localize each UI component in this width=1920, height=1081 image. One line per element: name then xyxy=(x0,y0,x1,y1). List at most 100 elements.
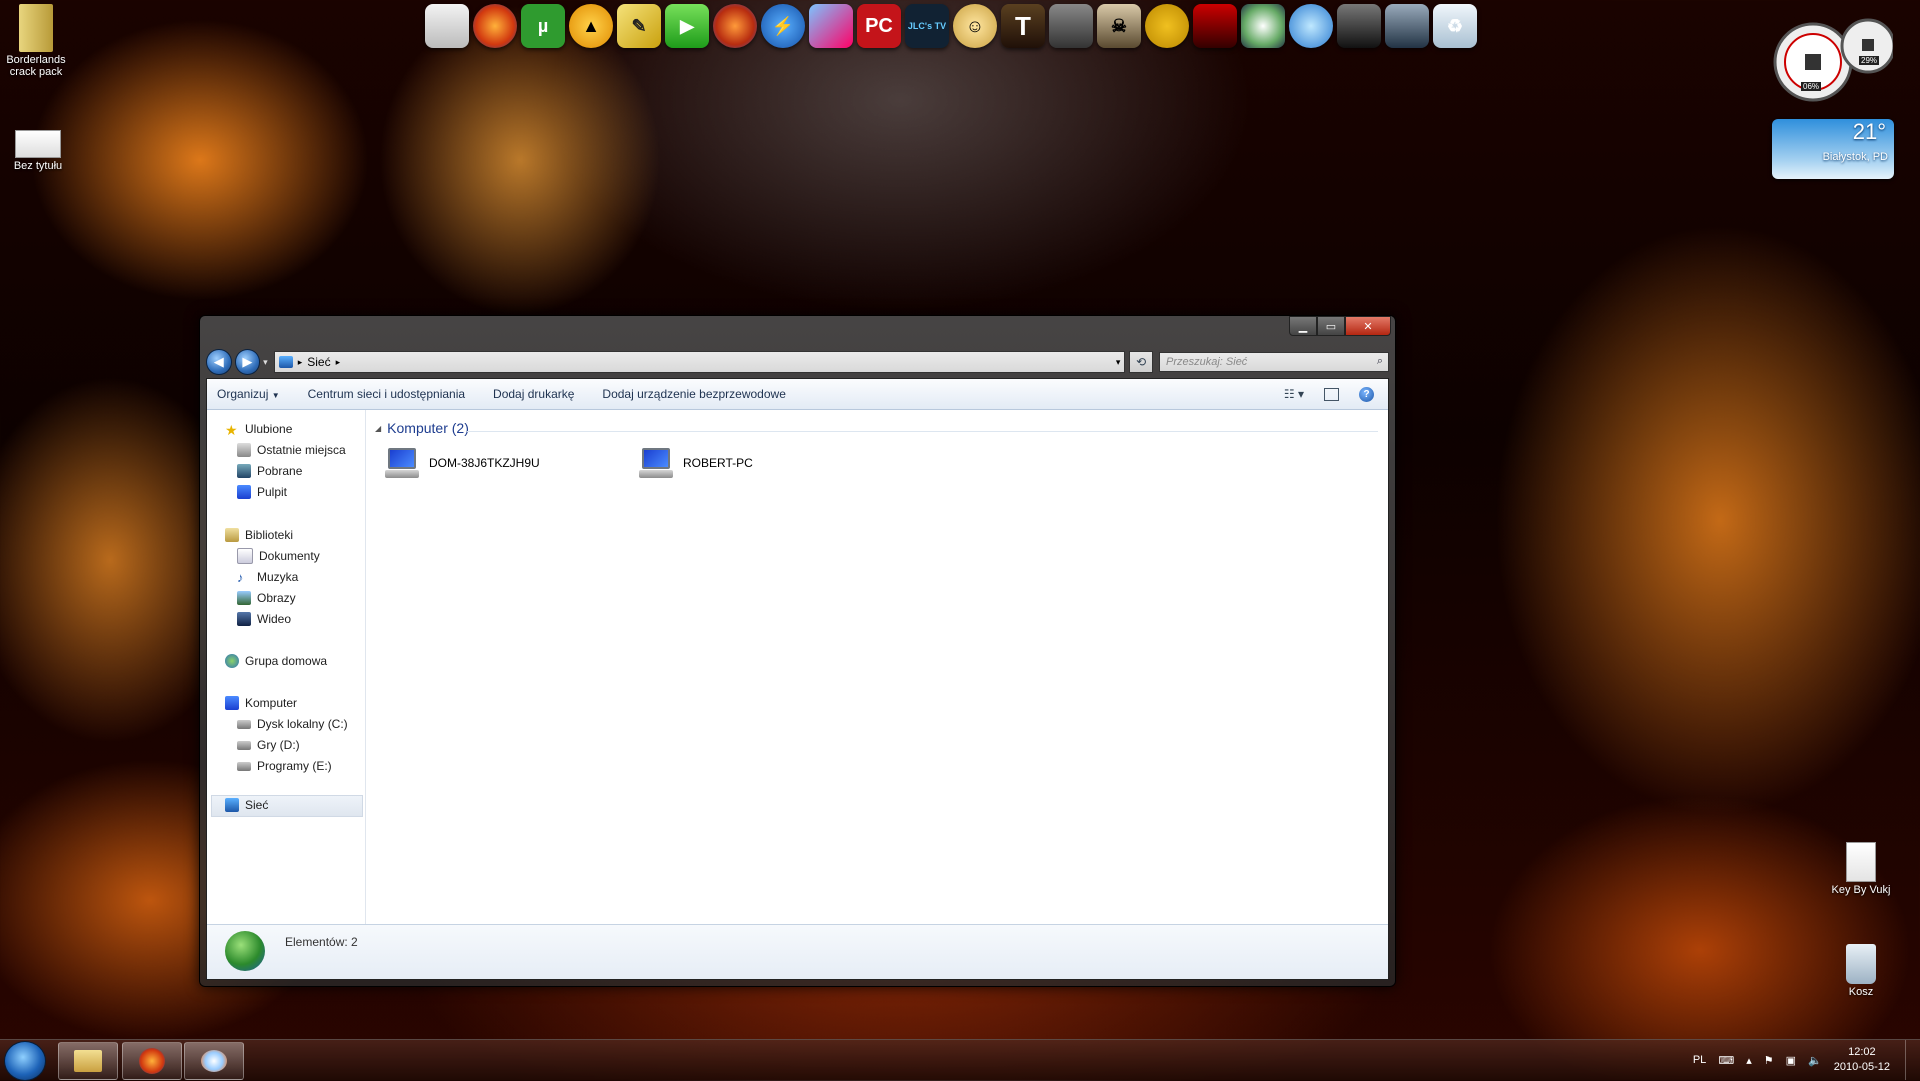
skull-icon[interactable]: ☠ xyxy=(1097,4,1141,48)
desktop-icon-kosz[interactable]: Kosz xyxy=(1821,944,1901,998)
search-icon[interactable]: ⌕ xyxy=(1377,355,1383,368)
text-file-icon xyxy=(1846,842,1876,882)
network-tray-icon[interactable]: ▣ xyxy=(1786,1054,1796,1067)
notepad-icon[interactable] xyxy=(425,4,469,48)
desktop-icon-bez-tytulu[interactable]: Bez tytułu xyxy=(0,130,78,172)
paint-icon[interactable] xyxy=(809,4,853,48)
taskbar-paint-button[interactable] xyxy=(184,1042,244,1080)
volume-icon[interactable]: 🔈 xyxy=(1808,1054,1822,1067)
weather-gadget[interactable]: 21° Białystok, PD xyxy=(1772,119,1894,179)
borderlands-icon[interactable] xyxy=(1145,4,1189,48)
nav-item-computer[interactable]: Komputer xyxy=(225,694,297,712)
vault-boy-icon[interactable]: ☺ xyxy=(953,4,997,48)
soldier-icon[interactable] xyxy=(1385,4,1429,48)
keyboard-icon[interactable]: ⌨ xyxy=(1718,1054,1734,1067)
view-options-icon[interactable]: ☷ ▾ xyxy=(1284,387,1304,401)
nav-item-music[interactable]: ♪ Muzyka xyxy=(237,568,298,586)
lightning-icon[interactable]: ⚡ xyxy=(761,4,805,48)
cpu-meter-gadget[interactable]: 06% 29% xyxy=(1773,12,1896,102)
desktop-icon xyxy=(237,485,251,499)
pc-icon[interactable]: PC xyxy=(857,4,901,48)
shield-icon[interactable] xyxy=(1337,4,1381,48)
nav-item-recent[interactable]: Ostatnie miejsca xyxy=(237,441,346,459)
history-dropdown-icon[interactable]: ▾ xyxy=(263,357,268,368)
nav-label: Obrazy xyxy=(257,591,296,605)
clock[interactable]: 12:02 2010-05-12 xyxy=(1834,1045,1890,1075)
swirl-icon[interactable] xyxy=(1289,4,1333,48)
nav-item-homegroup[interactable]: Grupa domowa xyxy=(225,652,327,670)
address-bar[interactable]: ▸ Sieć ▸ ▾ xyxy=(273,351,1126,373)
add-wireless-device-button[interactable]: Dodaj urządzenie bezprzewodowe xyxy=(602,387,785,401)
nav-item-favorites[interactable]: ★ Ulubione xyxy=(225,420,292,438)
close-button[interactable]: ✕ xyxy=(1345,316,1391,336)
minimize-button[interactable]: ▁ xyxy=(1289,316,1317,336)
nav-item-downloads[interactable]: Pobrane xyxy=(237,462,302,480)
monitor-icon xyxy=(385,448,419,478)
nav-label: Sieć xyxy=(245,798,269,812)
start-button[interactable] xyxy=(4,1041,46,1081)
recycle-icon[interactable]: ♻ xyxy=(1433,4,1477,48)
flower-icon[interactable] xyxy=(1241,4,1285,48)
refresh-icon: ⟲ xyxy=(1136,355,1147,369)
taskbar-explorer-button[interactable] xyxy=(58,1042,118,1080)
firefox-alt-icon[interactable] xyxy=(713,4,757,48)
nav-item-desktop[interactable]: Pulpit xyxy=(237,483,287,501)
desktop-icon-key-by-vukj[interactable]: Key By Vukj xyxy=(1821,842,1901,896)
nav-item-libraries[interactable]: Biblioteki xyxy=(225,526,293,544)
search-input[interactable]: Przeszukaj: Sieć ⌕ xyxy=(1159,352,1389,372)
jlc-tv-icon[interactable]: JLC's TV xyxy=(905,4,949,48)
desktop-icon-borderlands-crack-pack[interactable]: Borderlands crack pack xyxy=(0,4,76,78)
language-indicator[interactable]: PL xyxy=(1693,1054,1706,1066)
play-icon[interactable]: ▶ xyxy=(665,4,709,48)
nav-item-drive-c[interactable]: Dysk lokalny (C:) xyxy=(237,715,348,733)
recycle-bin-icon xyxy=(1846,944,1876,984)
documents-icon xyxy=(237,548,253,564)
collapse-triangle-icon[interactable]: ◢ xyxy=(375,424,381,433)
nav-item-pictures[interactable]: Obrazy xyxy=(237,589,296,607)
refresh-button[interactable]: ⟲ xyxy=(1129,351,1153,373)
nav-label: Pulpit xyxy=(257,485,288,499)
breadcrumb-network[interactable]: Sieć xyxy=(307,355,330,369)
network-center-button[interactable]: Centrum sieci i udostępniania xyxy=(308,387,465,401)
preview-pane-icon[interactable] xyxy=(1324,387,1339,401)
group-divider xyxy=(467,431,1378,432)
computer-name: ROBERT-PC xyxy=(683,456,753,470)
network-computer-item[interactable]: ROBERT-PC xyxy=(639,448,753,478)
help-icon[interactable]: ? xyxy=(1359,386,1374,402)
network-computer-item[interactable]: DOM-38J6TKZJH9U xyxy=(385,448,540,478)
firefox-icon[interactable] xyxy=(473,4,517,48)
nav-item-drive-d[interactable]: Gry (D:) xyxy=(237,736,300,754)
nav-item-network[interactable]: Sieć xyxy=(225,796,268,814)
cpu-value: 06% xyxy=(1801,82,1822,91)
content-pane: ◢ Komputer (2) DOM-38J6TKZJH9U ROBERT-PC xyxy=(367,410,1388,925)
just-cause-icon[interactable] xyxy=(1049,4,1093,48)
aimp-icon[interactable]: ▲ xyxy=(569,4,613,48)
nav-item-drive-e[interactable]: Programy (E:) xyxy=(237,757,332,775)
network-icon xyxy=(278,356,293,368)
weather-city: Białystok, PD xyxy=(1822,151,1888,163)
show-desktop-button[interactable] xyxy=(1905,1040,1920,1080)
organize-button[interactable]: Organizuj ▼ xyxy=(217,387,280,401)
nav-label: Gry (D:) xyxy=(257,738,300,752)
back-button[interactable]: ◀ xyxy=(206,349,232,375)
action-center-flag-icon[interactable]: ⚑ xyxy=(1764,1054,1774,1067)
pen-icon[interactable]: ✎ xyxy=(617,4,661,48)
drive-icon xyxy=(237,761,251,771)
game-red-icon[interactable] xyxy=(1193,4,1237,48)
add-printer-button[interactable]: Dodaj drukarkę xyxy=(493,387,574,401)
address-dropdown-icon[interactable]: ▾ xyxy=(1116,357,1121,368)
nav-item-documents[interactable]: Dokumenty xyxy=(237,547,320,565)
taskbar-firefox-button[interactable] xyxy=(122,1042,182,1080)
pictures-icon xyxy=(237,591,251,605)
breadcrumb-chevron-icon[interactable]: ▸ xyxy=(298,357,303,368)
forward-button[interactable]: ▶ xyxy=(234,349,261,375)
group-header-computer[interactable]: ◢ Komputer (2) xyxy=(375,420,469,436)
show-hidden-icons-icon[interactable]: ▴ xyxy=(1746,1054,1752,1067)
nav-item-video[interactable]: Wideo xyxy=(237,610,291,628)
t-game-icon[interactable]: T xyxy=(1001,4,1045,48)
maximize-button[interactable]: ▭ xyxy=(1317,316,1345,336)
nav-label: Wideo xyxy=(257,612,292,626)
breadcrumb-chevron-icon[interactable]: ▸ xyxy=(336,357,341,368)
utorrent-icon[interactable]: µ xyxy=(521,4,565,48)
nav-label: Biblioteki xyxy=(245,528,294,542)
